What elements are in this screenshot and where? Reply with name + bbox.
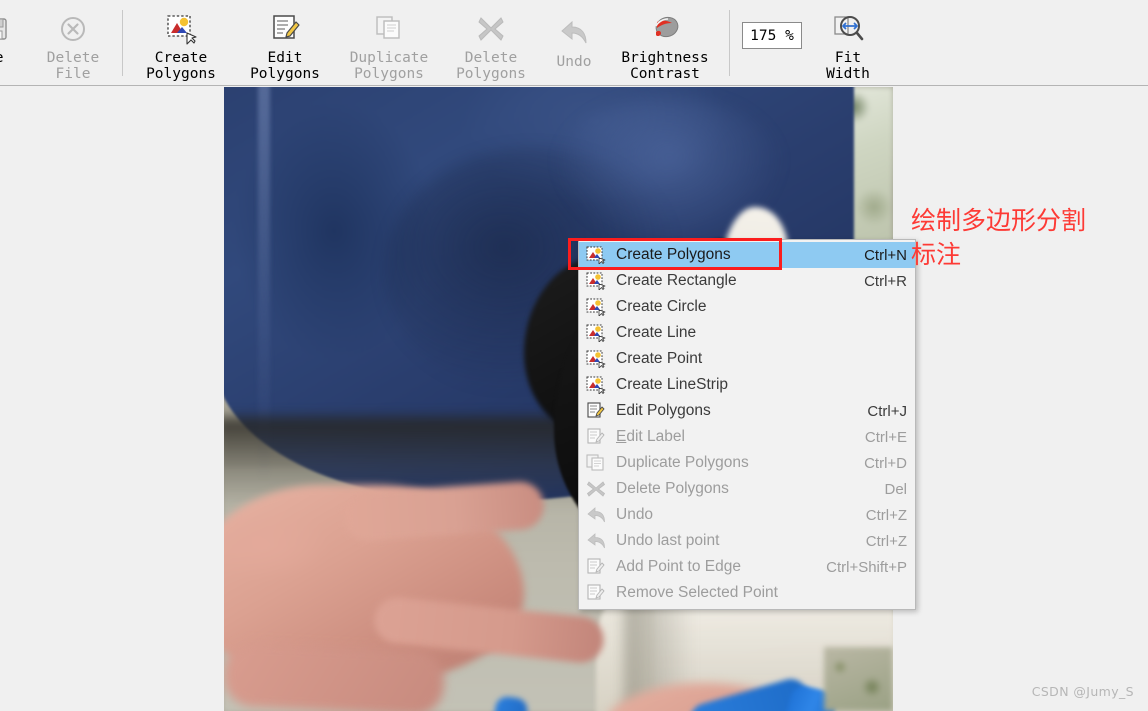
menu-item-label: Create Polygons xyxy=(616,246,846,264)
create-polygons-icon xyxy=(585,245,607,265)
delete-polygons-icon xyxy=(585,479,607,499)
menu-item-shortcut: Ctrl+Z xyxy=(866,507,907,524)
menu-item-create-polygons[interactable]: Create Polygons Ctrl+N xyxy=(579,242,915,268)
duplicate-polygons-icon xyxy=(585,453,607,473)
toolbar-label-create-polygons: Create Polygons xyxy=(146,50,216,82)
toolbar-button-fit-width[interactable]: Fit Width xyxy=(808,0,888,84)
menu-item-undo-last-point[interactable]: Undo last point Ctrl+Z xyxy=(579,528,915,554)
toolbar-label-delete-polygons: Delete Polygons xyxy=(456,50,526,82)
toolbar-label-undo: Undo xyxy=(557,54,592,70)
add-point-icon xyxy=(585,557,607,577)
brightness-contrast-icon xyxy=(648,12,682,46)
menu-item-undo[interactable]: Undo Ctrl+Z xyxy=(579,502,915,528)
edit-label-icon xyxy=(585,427,607,447)
toolbar-label-save: ve xyxy=(0,50,3,66)
menu-item-shortcut: Ctrl+J xyxy=(867,403,907,420)
menu-item-create-linestrip[interactable]: Create LineStrip xyxy=(579,372,915,398)
toolbar-button-create-polygons[interactable]: Create Polygons xyxy=(129,0,233,84)
toolbar-label-delete-file: Delete File xyxy=(47,50,99,82)
remove-point-icon xyxy=(585,583,607,603)
menu-item-label: Edit Label xyxy=(616,428,847,446)
menu-item-shortcut: Ctrl+D xyxy=(864,455,907,472)
menu-item-label: Edit Polygons xyxy=(616,402,849,420)
menu-item-delete-polygons[interactable]: Delete Polygons Del xyxy=(579,476,915,502)
menu-item-create-circle[interactable]: Create Circle xyxy=(579,294,915,320)
undo-icon xyxy=(585,505,607,525)
menu-item-label: Create Rectangle xyxy=(616,272,846,290)
mnemonic-letter: E xyxy=(616,428,626,445)
toolbar-button-undo[interactable]: Undo xyxy=(541,0,607,84)
toolbar-button-delete-file[interactable]: Delete File xyxy=(30,0,116,84)
menu-item-create-rectangle[interactable]: Create Rectangle Ctrl+R xyxy=(579,268,915,294)
watermark: CSDN @Jumy_S xyxy=(1032,684,1134,699)
menu-item-remove-selected-point[interactable]: Remove Selected Point xyxy=(579,580,915,606)
menu-item-label: Create Circle xyxy=(616,298,889,316)
menu-item-edit-label[interactable]: Edit Label Ctrl+E xyxy=(579,424,915,450)
menu-item-create-line[interactable]: Create Line xyxy=(579,320,915,346)
toolbar-separator-1 xyxy=(122,10,123,76)
menu-item-shortcut: Ctrl+E xyxy=(865,429,907,446)
menu-item-label: Duplicate Polygons xyxy=(616,454,846,472)
menu-item-label: Create Point xyxy=(616,350,889,368)
annotation-text: 绘制多边形分割 标注 xyxy=(911,204,1086,272)
toolbar-button-duplicate-polygons[interactable]: Duplicate Polygons xyxy=(337,0,441,84)
toolbar-label-duplicate-polygons: Duplicate Polygons xyxy=(350,50,429,82)
toolbar-button-delete-polygons[interactable]: Delete Polygons xyxy=(441,0,541,84)
undo-icon xyxy=(557,16,591,50)
toolbar: ve Delete File xyxy=(0,0,1148,86)
menu-item-shortcut: Ctrl+N xyxy=(864,247,907,264)
menu-item-shortcut: Ctrl+Z xyxy=(866,533,907,550)
image-canvas[interactable] xyxy=(0,87,1148,711)
context-menu[interactable]: Create Polygons Ctrl+N Create Rectangle … xyxy=(578,239,916,610)
delete-file-icon xyxy=(58,12,88,46)
create-polygons-icon xyxy=(165,12,197,46)
menu-item-label: Remove Selected Point xyxy=(616,584,889,602)
edit-polygons-icon xyxy=(585,401,607,421)
menu-item-label: Undo xyxy=(616,506,848,524)
toolbar-label-edit-polygons: Edit Polygons xyxy=(250,50,320,82)
create-linestrip-icon xyxy=(585,375,607,395)
edit-polygons-icon xyxy=(269,12,301,46)
toolbar-separator-2 xyxy=(729,10,730,76)
toolbar-label-fit-width: Fit Width xyxy=(826,50,870,82)
photo-grass-bottom xyxy=(824,647,893,711)
menu-item-add-point-to-edge[interactable]: Add Point to Edge Ctrl+Shift+P xyxy=(579,554,915,580)
fit-width-icon xyxy=(832,12,864,46)
menu-item-label: Undo last point xyxy=(616,532,848,550)
create-line-icon xyxy=(585,323,607,343)
zoom-value-input[interactable]: 175 % xyxy=(742,22,802,49)
menu-item-shortcut: Ctrl+R xyxy=(864,273,907,290)
create-circle-icon xyxy=(585,297,607,317)
save-icon xyxy=(0,12,10,46)
toolbar-button-save[interactable]: ve xyxy=(0,0,30,84)
toolbar-label-brightness-contrast: Brightness Contrast xyxy=(621,50,708,82)
duplicate-polygons-icon xyxy=(373,12,405,46)
menu-item-label-rest: dit Label xyxy=(626,428,685,445)
photo-finger-3 xyxy=(224,641,446,711)
create-point-icon xyxy=(585,349,607,369)
menu-item-shortcut: Del xyxy=(884,481,907,498)
toolbar-button-edit-polygons[interactable]: Edit Polygons xyxy=(233,0,337,84)
toolbar-button-brightness-contrast[interactable]: Brightness Contrast xyxy=(607,0,723,84)
undo-icon xyxy=(585,531,607,551)
create-rectangle-icon xyxy=(585,271,607,291)
menu-item-create-point[interactable]: Create Point xyxy=(579,346,915,372)
menu-item-label: Delete Polygons xyxy=(616,480,866,498)
menu-item-label: Create Line xyxy=(616,324,889,342)
labelme-window: ve Delete File xyxy=(0,0,1148,711)
menu-item-label: Add Point to Edge xyxy=(616,558,808,576)
menu-item-edit-polygons[interactable]: Edit Polygons Ctrl+J xyxy=(579,398,915,424)
menu-item-label: Create LineStrip xyxy=(616,376,889,394)
delete-polygons-icon xyxy=(475,12,507,46)
menu-item-duplicate-polygons[interactable]: Duplicate Polygons Ctrl+D xyxy=(579,450,915,476)
menu-item-shortcut: Ctrl+Shift+P xyxy=(826,559,907,576)
zoom-spinbox-container: 175 % xyxy=(736,0,808,84)
